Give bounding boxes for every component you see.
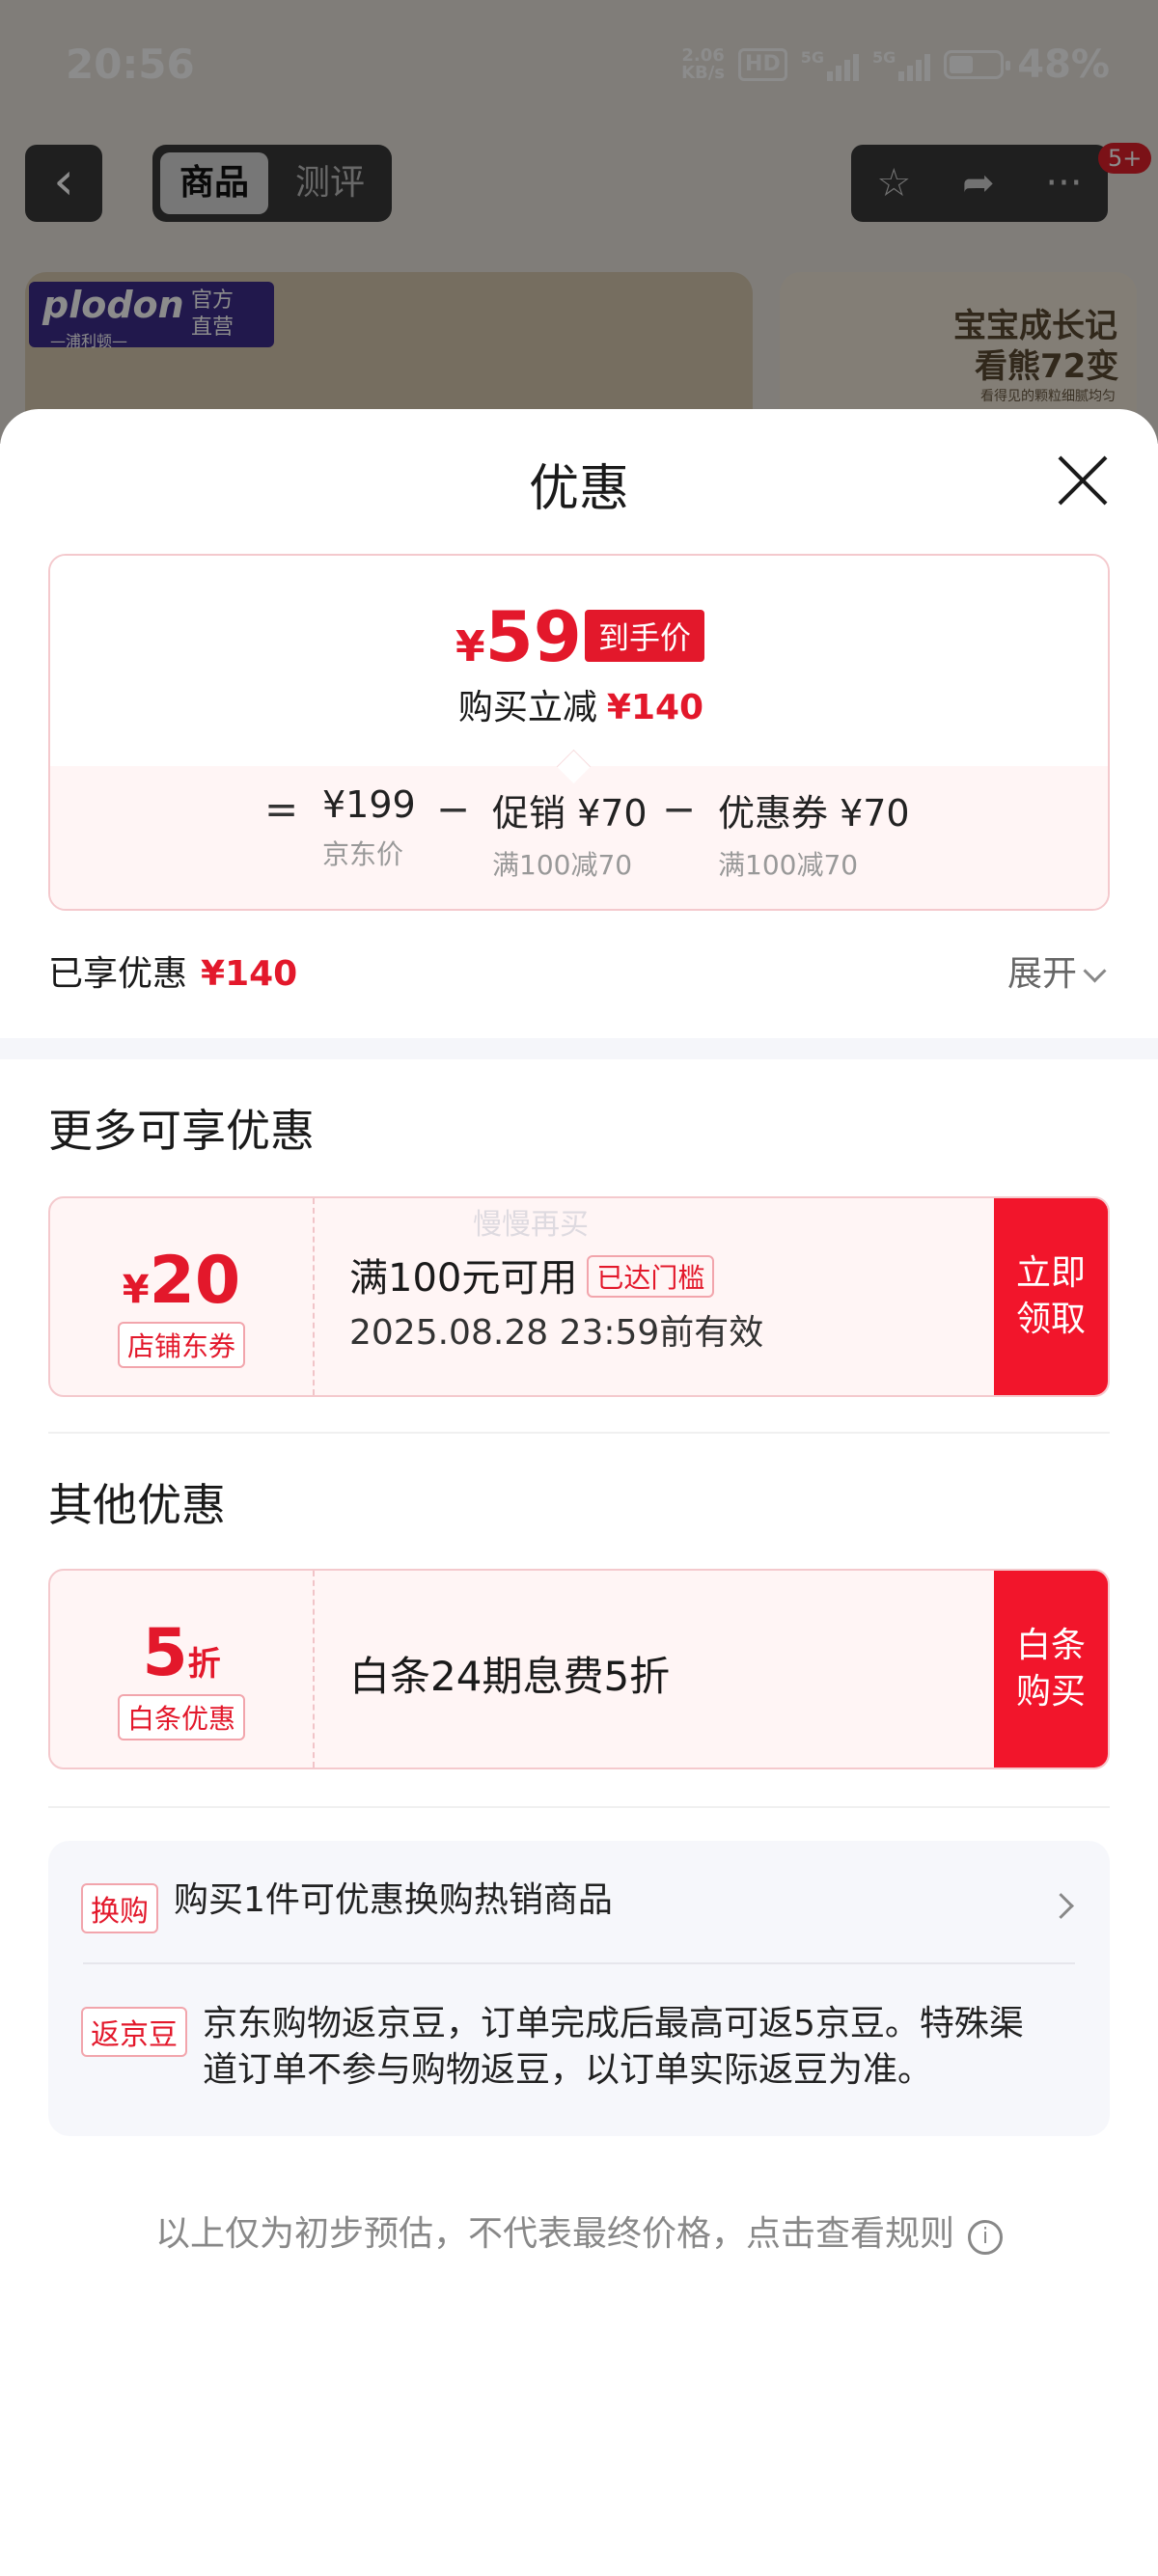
watermark-text: 慢慢再买 — [473, 1208, 589, 1242]
minus-sign: − — [436, 785, 471, 833]
purchase-reduction: 购买立减 ¥140 — [457, 688, 704, 727]
swap-text: 购买1件可优惠换购热销商品 — [174, 1880, 613, 1920]
coupon-validity: 2025.08.28 23:59前有效 — [349, 1313, 764, 1353]
baitiao-buy-button[interactable]: 白条购买 — [994, 1571, 1108, 1768]
divider — [48, 1806, 1110, 1808]
threshold-reached-badge: 已达门槛 — [587, 1255, 715, 1298]
baitiao-tag: 白条优惠 — [117, 1694, 245, 1740]
baitiao-value: 5折 — [142, 1615, 221, 1691]
minus-sign: − — [662, 785, 697, 833]
more-discounts-title: 更多可享优惠 — [48, 1105, 315, 1157]
price-breakdown-card: ¥59 到手价 购买立减 ¥140 = ¥199 京东价 − 促销 ¥70 满10… — [48, 554, 1110, 911]
product-page-background: plodon —浦利顿— 官方 直营 宝宝成长记 看熊72变 看得见的颗粒细腻均… — [0, 0, 1158, 444]
modal-scrim[interactable] — [0, 0, 1158, 444]
jd-bean-tag: 返京豆 — [81, 2007, 187, 2057]
coupon-type-tag: 店铺东券 — [117, 1322, 245, 1368]
final-price-tag: 到手价 — [585, 610, 705, 662]
chevron-down-icon — [1083, 959, 1107, 983]
claim-coupon-button[interactable]: 立即领取 — [994, 1198, 1108, 1395]
sheet-title: 优惠 — [528, 460, 629, 518]
equals-sign: = — [264, 785, 299, 833]
jd-bean-text: 京东购物返京豆，订单完成后最高可返5京豆。特殊渠 道订单不参与购物返豆，以订单实… — [203, 2004, 1024, 2090]
price-disclaimer[interactable]: 以上仅为初步预估，不代表最终价格，点击查看规则 i — [0, 2206, 1158, 2256]
section-divider — [0, 1038, 1158, 1059]
info-icon[interactable]: i — [968, 2220, 1003, 2255]
final-price: ¥59 — [455, 596, 582, 677]
chevron-right-icon — [1048, 1893, 1074, 1919]
close-icon[interactable] — [1056, 453, 1110, 507]
other-discounts-title: 其他优惠 — [48, 1479, 226, 1531]
swap-tag: 换购 — [81, 1883, 158, 1933]
coupon-value: ¥20 — [122, 1243, 241, 1319]
enjoyed-discount: 已享优惠 ¥140 — [48, 954, 298, 994]
divider — [48, 1432, 1110, 1434]
baitiao-discount-card: 5折 白条优惠 白条24期息费5折 白条购买 — [48, 1569, 1110, 1769]
expand-button[interactable]: 展开 — [1007, 945, 1107, 996]
jd-price-item: ¥199 京东价 — [322, 783, 416, 870]
coupon-item: 优惠券 ¥70 满100减70 — [718, 792, 910, 881]
baitiao-description: 白条24期息费5折 — [349, 1653, 671, 1700]
coupon-condition: 满100元可用 已达门槛 — [349, 1247, 715, 1302]
extra-benefits-box: 换购 购买1件可优惠换购热销商品 返京豆 京东购物返京豆，订单完成后最高可返5京… — [48, 1841, 1110, 2136]
promotion-item: 促销 ¥70 满100减70 — [492, 792, 648, 881]
